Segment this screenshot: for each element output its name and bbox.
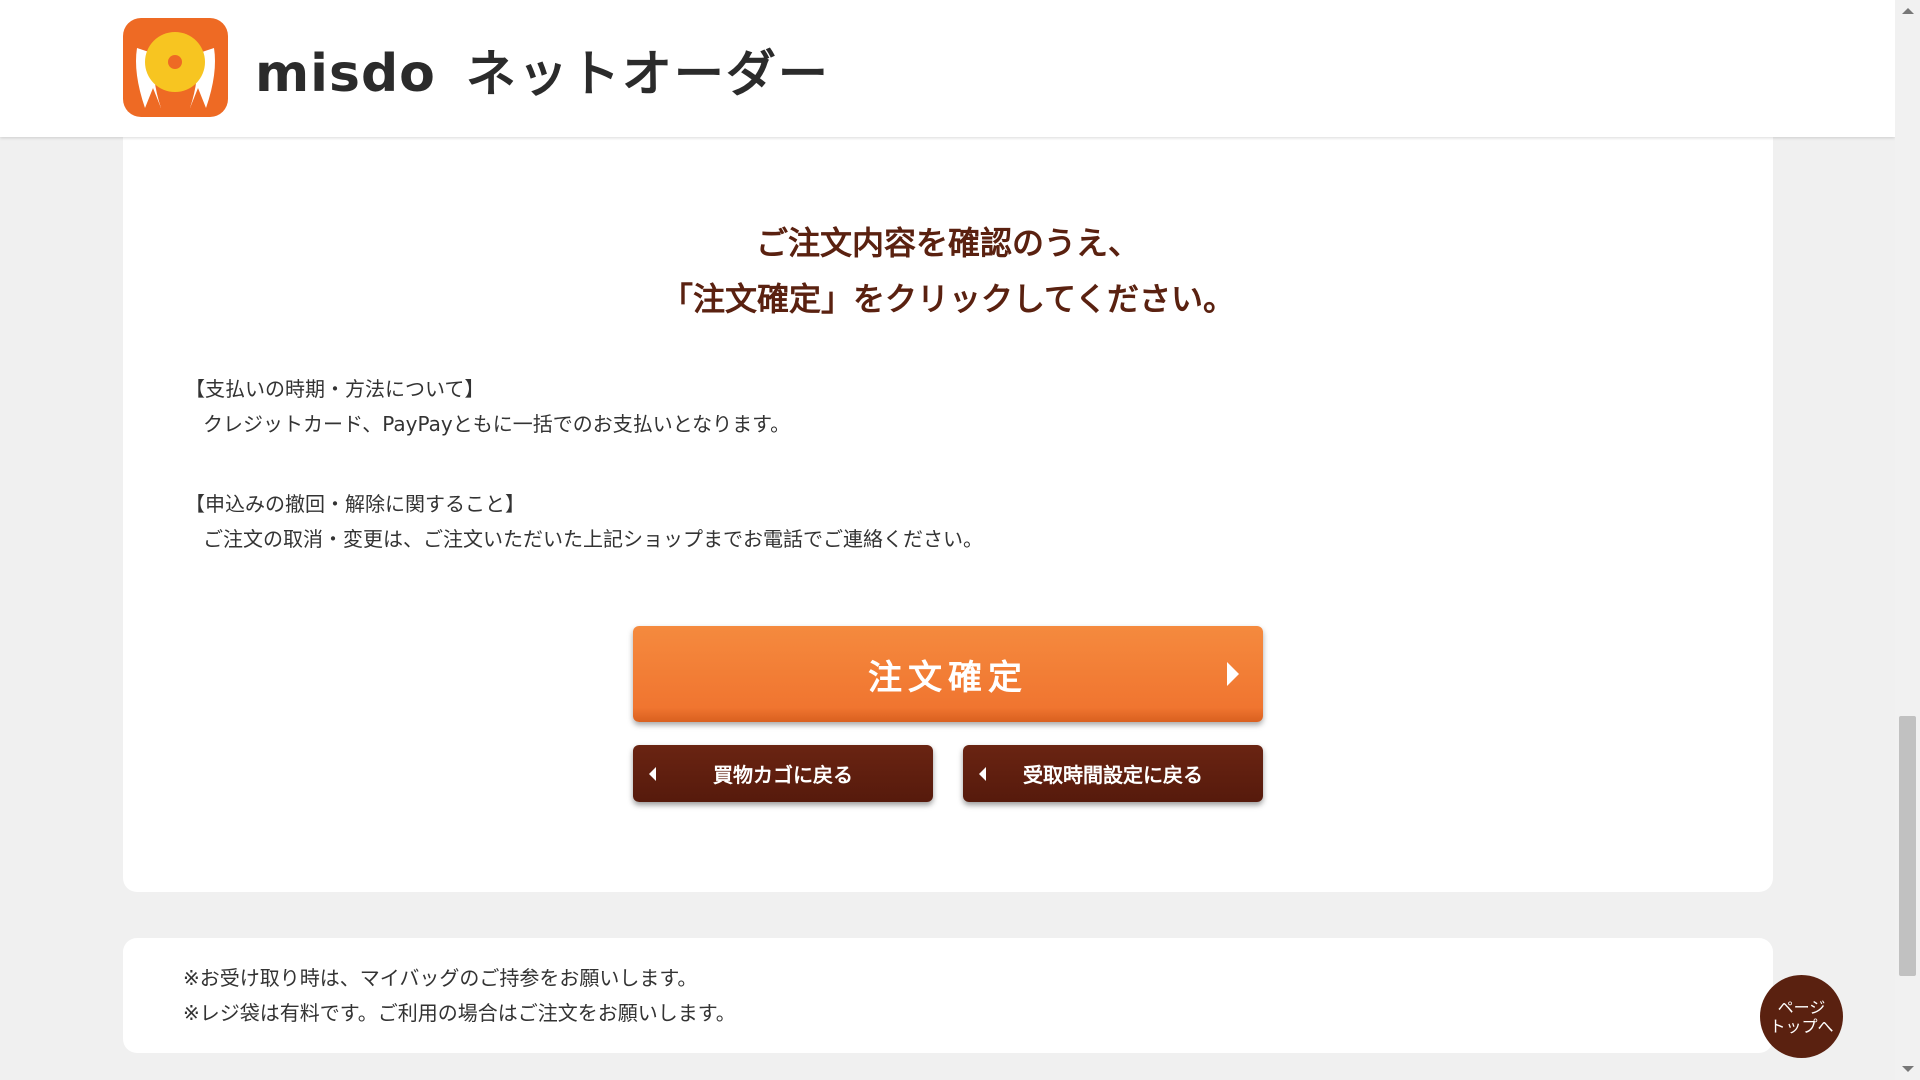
cancellation-info-body: ご注文の取消・変更は、ご注文いただいた上記ショップまでお電話でご連絡ください。 — [203, 527, 983, 551]
scroll-down-arrow-icon[interactable] — [1902, 1066, 1914, 1072]
service-name: ネットオーダー — [465, 45, 830, 103]
scroll-up-arrow-icon[interactable] — [1902, 8, 1914, 14]
notice-line-1: ※お受け取り時は、マイバッグのご持参をお願いします。 — [183, 966, 698, 990]
confirm-order-label: 注文確定 — [868, 657, 1028, 698]
page-top-label-2: トップへ — [1769, 1016, 1834, 1036]
chevron-left-icon — [649, 767, 656, 781]
page-top-button[interactable]: ページ トップへ — [1760, 975, 1843, 1058]
misdo-logo-icon[interactable] — [123, 18, 228, 117]
confirm-order-button[interactable]: 注文確定 — [633, 626, 1263, 722]
page-top-label-1: ページ — [1777, 997, 1826, 1017]
brand-name: misdo — [255, 44, 436, 104]
bag-notice-card: ※お受け取り時は、マイバッグのご持参をお願いします。 ※レジ袋は有料です。ご利用… — [123, 938, 1773, 1053]
order-confirm-card: ご注文内容を確認のうえ、 「注文確定」をクリックしてください。 【支払いの時期・… — [123, 137, 1773, 892]
chevron-right-icon — [1227, 662, 1239, 686]
cancellation-info-title: 【申込みの撤回・解除に関すること】 — [185, 492, 525, 516]
logo-wordmark[interactable]: misdo ネットオーダー — [255, 34, 830, 106]
heading-line-2: 「注文確定」をクリックしてください。 — [660, 280, 1236, 318]
page-heading: ご注文内容を確認のうえ、 「注文確定」をクリックしてください。 — [123, 215, 1773, 327]
chevron-left-icon — [979, 767, 986, 781]
payment-info-title: 【支払いの時期・方法について】 — [185, 377, 485, 401]
back-to-pickup-time-button[interactable]: 受取時間設定に戻る — [963, 745, 1263, 802]
cancellation-info: 【申込みの撤回・解除に関すること】 ご注文の取消・変更は、ご注文いただいた上記シ… — [185, 487, 1685, 557]
back-to-cart-label: 買物カゴに戻る — [713, 763, 853, 787]
site-header: misdo ネットオーダー — [0, 0, 1895, 137]
heading-line-1: ご注文内容を確認のうえ、 — [755, 224, 1140, 262]
payment-info-body: クレジットカード、PayPayともに一括でのお支払いとなります。 — [203, 412, 791, 436]
notice-line-2: ※レジ袋は有料です。ご利用の場合はご注文をお願いします。 — [183, 1001, 736, 1025]
back-to-cart-button[interactable]: 買物カゴに戻る — [633, 745, 933, 802]
vertical-scrollbar[interactable] — [1895, 0, 1920, 1080]
back-to-pickup-time-label: 受取時間設定に戻る — [1023, 763, 1203, 787]
bag-notice: ※お受け取り時は、マイバッグのご持参をお願いします。 ※レジ袋は有料です。ご利用… — [183, 961, 736, 1031]
payment-info: 【支払いの時期・方法について】 クレジットカード、PayPayともに一括でのお支… — [185, 372, 1685, 442]
scrollbar-thumb[interactable] — [1899, 716, 1916, 976]
